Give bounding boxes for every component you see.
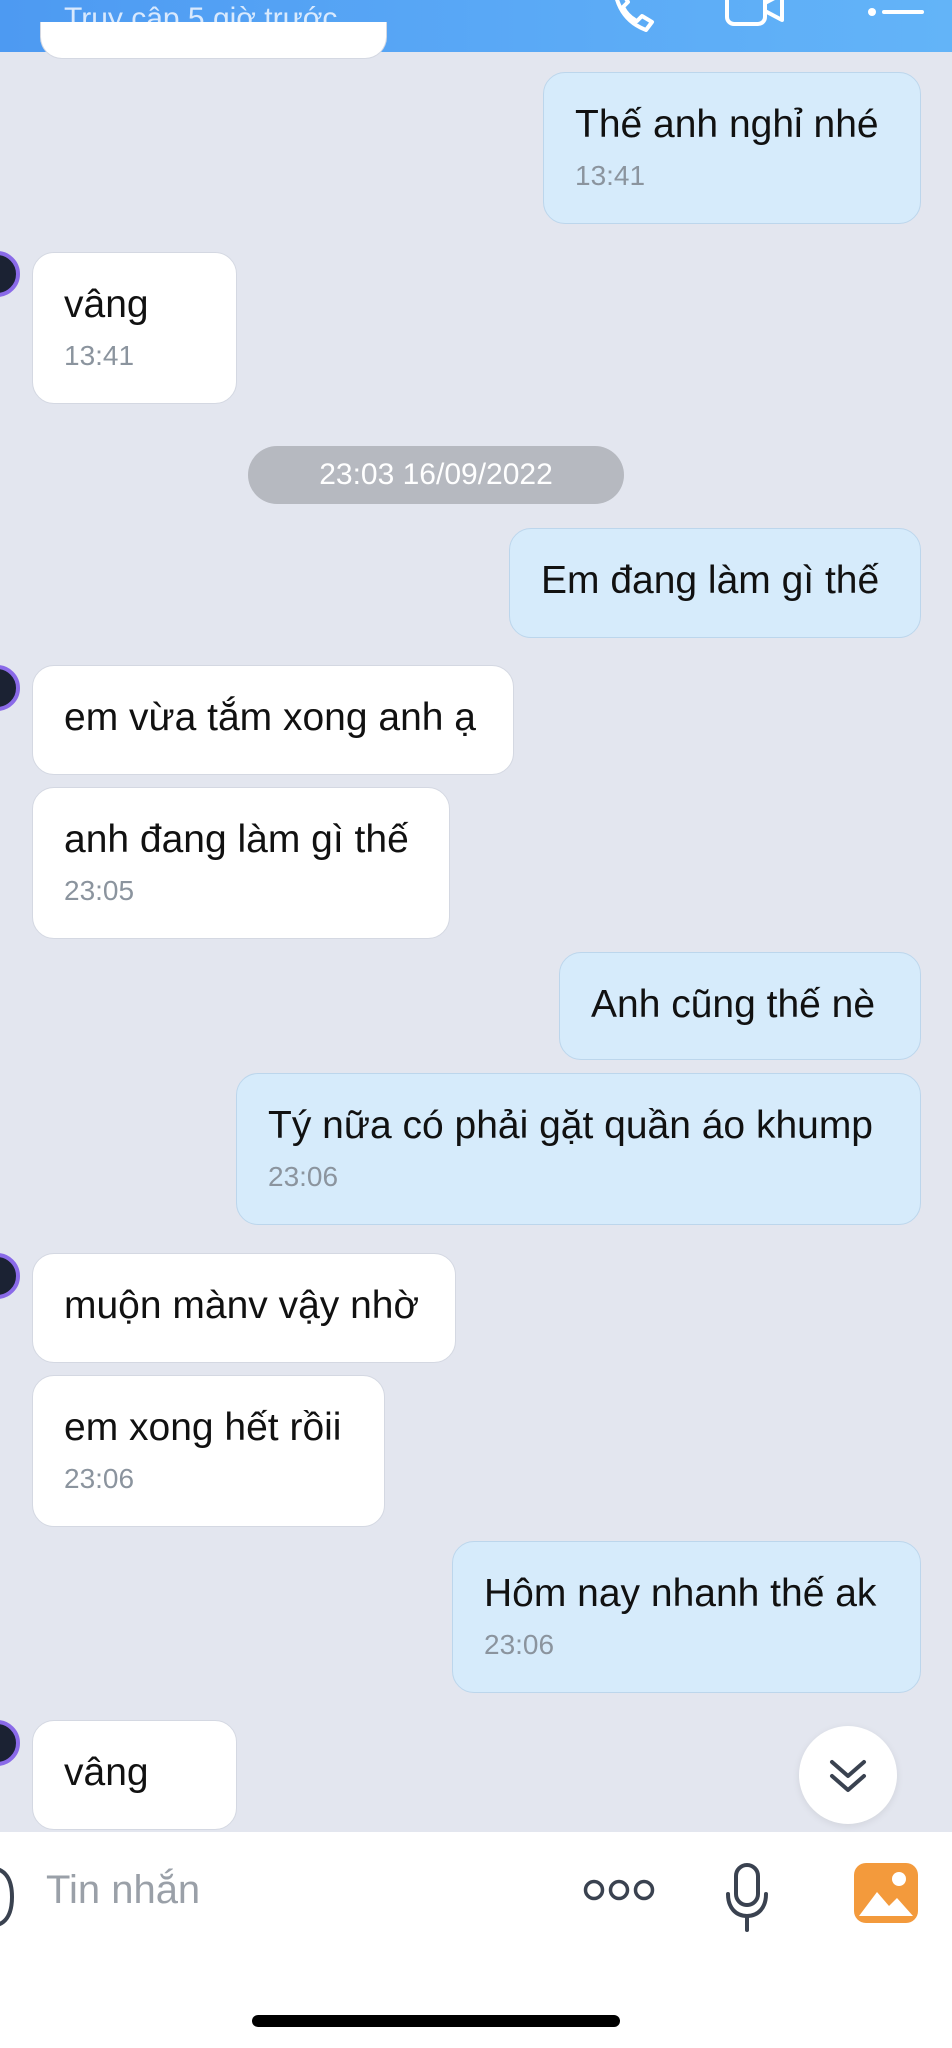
message-text: em vừa tắm xong anh ạ [64,696,476,739]
more-icon[interactable] [583,1877,655,1908]
message-text: vâng [64,1751,149,1794]
menu-icon[interactable] [866,0,926,33]
message-bubble-incoming[interactable]: em xong hết rồii 23:06 [32,1375,385,1527]
message-composer [0,1832,952,2048]
message-time: 13:41 [575,160,646,191]
message-bubble-outgoing[interactable]: Em đang làm gì thế [509,528,921,638]
chevron-double-down-icon [830,1760,866,1792]
photo-icon[interactable] [853,1862,919,1929]
message-bubble-incoming[interactable]: vâng [32,1720,237,1830]
message-time: 23:06 [64,1463,135,1494]
message-bubble-incoming[interactable]: em vừa tắm xong anh ạ [32,665,514,775]
message-bubble-incoming[interactable]: vâng 13:41 [32,252,237,404]
message-text: em xong hết rồii [64,1406,342,1449]
scroll-to-bottom-button[interactable] [799,1726,897,1824]
message-text: Hôm nay nhanh thế ak [484,1572,877,1615]
contact-avatar[interactable] [0,1720,20,1766]
contact-avatar[interactable] [0,1253,20,1299]
message-bubble-outgoing[interactable]: Thế anh nghỉ nhé 13:41 [543,72,921,224]
message-list[interactable]: Thế anh nghỉ nhé 13:41 vâng 13:41 23:03 … [0,22,952,1832]
message-bubble-outgoing[interactable]: Hôm nay nhanh thế ak 23:06 [452,1541,921,1693]
contact-avatar[interactable] [0,665,20,711]
phone-icon[interactable] [606,0,656,43]
message-input[interactable] [46,1868,546,1913]
message-time: 23:06 [268,1161,339,1192]
message-text: Tý nữa có phải gặt quần áo khump [268,1104,873,1147]
video-call-icon[interactable] [724,0,786,35]
message-time: 23:06 [484,1629,555,1660]
microphone-icon[interactable] [724,1862,770,1939]
message-bubble-incoming[interactable]: anh đang làm gì thế 23:05 [32,787,450,939]
message-text: anh đang làm gì thế [64,818,409,861]
message-text: Anh cũng thế nè [591,983,876,1026]
message-bubble-outgoing[interactable]: Anh cũng thế nè [559,952,921,1060]
home-indicator [252,2015,620,2027]
date-separator: 23:03 16/09/2022 [248,446,624,504]
message-text: Thế anh nghỉ nhé [575,103,879,146]
sticker-icon[interactable] [0,1862,16,1937]
message-bubble-incoming[interactable]: muộn mànv vậy nhờ [32,1253,456,1363]
contact-avatar[interactable] [0,251,20,297]
message-text: vâng [64,283,149,326]
message-text: muộn mànv vậy nhờ [64,1284,420,1327]
message-time: 23:05 [64,875,135,906]
message-bubble-outgoing[interactable]: Tý nữa có phải gặt quần áo khump 23:06 [236,1073,921,1225]
message-time: 13:41 [64,340,135,371]
message-text: Em đang làm gì thế [541,559,880,602]
message-bubble-partial [40,22,387,59]
